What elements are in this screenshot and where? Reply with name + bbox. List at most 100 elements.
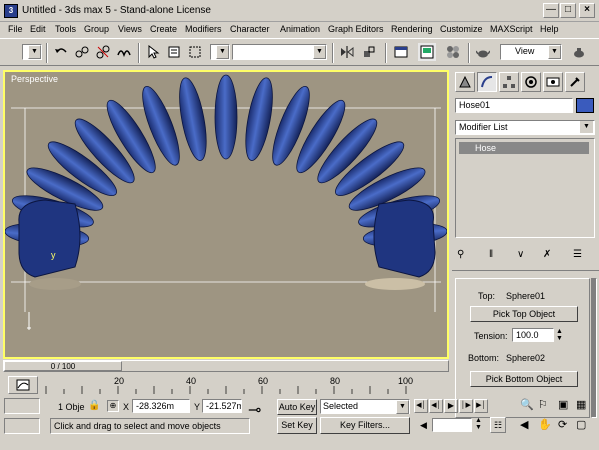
tab-display[interactable] <box>543 72 563 92</box>
chevron-down-icon: ▼ <box>548 45 561 59</box>
menu-animation[interactable]: Animation <box>280 24 320 34</box>
selection-filter-combo[interactable]: ▼ <box>22 44 42 60</box>
zoom-all-icon[interactable]: ⚐ <box>538 398 548 411</box>
tick-label-80: 80 <box>330 376 341 386</box>
current-frame-field[interactable] <box>432 418 472 432</box>
stack-item-hose[interactable]: Hose <box>459 142 589 154</box>
region-combo[interactable]: ▼ <box>210 44 230 60</box>
minimize-button[interactable]: — <box>543 3 559 18</box>
stack-item-label: Hose <box>475 143 497 153</box>
undo-button[interactable] <box>52 43 70 61</box>
prompt-text: Click and drag to select and move object… <box>54 421 221 431</box>
bind-space-warp-button[interactable] <box>115 43 133 61</box>
maximize-button[interactable]: □ <box>560 3 576 18</box>
time-slider-thumb[interactable]: 0 / 100 <box>4 361 122 371</box>
modifier-stack: Hose <box>455 138 595 238</box>
menu-character[interactable]: Character <box>230 24 270 34</box>
configure-sets-icon[interactable]: ☰ <box>573 249 582 260</box>
key-filters-button[interactable]: Key Filters... <box>320 417 410 434</box>
tab-create[interactable] <box>455 72 475 92</box>
select-object-button[interactable] <box>144 43 162 61</box>
mirror-button[interactable] <box>338 43 356 61</box>
close-button[interactable]: × <box>579 3 595 18</box>
menu-help[interactable]: Help <box>540 24 559 34</box>
goto-start-icon[interactable]: ◀│ <box>414 399 428 413</box>
auto-key-button[interactable]: Auto Key <box>277 399 317 415</box>
previous-frame-icon[interactable]: ◀│ <box>429 399 443 413</box>
track-bar[interactable]: 20 40 60 80 100 <box>42 376 442 394</box>
play-icon[interactable]: ▶ <box>444 399 458 413</box>
material-editor-button[interactable] <box>444 43 462 61</box>
tab-motion[interactable] <box>521 72 541 92</box>
zoom-extents-all-icon[interactable]: ▦ <box>576 398 586 411</box>
goto-end-icon[interactable]: ▶│ <box>474 399 488 413</box>
prompt-line: Click and drag to select and move object… <box>50 418 250 434</box>
menu-edit[interactable]: Edit <box>30 24 46 34</box>
toolbar-separator <box>332 43 334 63</box>
object-color-swatch[interactable] <box>576 98 594 113</box>
zoom-icon[interactable]: 🔍 <box>520 398 534 411</box>
region-select-button[interactable] <box>186 43 204 61</box>
y-coordinate-field[interactable]: -21.527m <box>202 399 242 413</box>
pan-icon[interactable]: ✋ <box>538 418 552 431</box>
time-slider[interactable]: 0 / 100 <box>3 360 449 372</box>
render-scene-button[interactable] <box>474 43 492 61</box>
remove-modifier-icon[interactable]: ✗ <box>543 249 551 260</box>
select-by-name-button[interactable] <box>165 43 183 61</box>
maxscript-mini-box[interactable] <box>4 418 40 434</box>
minimize-icon: — <box>546 4 556 15</box>
tab-hierarchy[interactable] <box>499 72 519 92</box>
show-end-result-icon[interactable]: ‖ <box>489 249 493 260</box>
menu-modifiers[interactable]: Modifiers <box>185 24 222 34</box>
menu-file[interactable]: File <box>8 24 23 34</box>
object-name-input[interactable]: Hose01 <box>455 98 573 113</box>
align-button[interactable] <box>360 43 378 61</box>
tab-modify[interactable] <box>477 72 497 92</box>
key-mode-icon[interactable]: ◀ <box>420 420 427 431</box>
chevron-down-icon: ▼ <box>313 45 326 59</box>
menu-customize[interactable]: Customize <box>440 24 483 34</box>
menu-group[interactable]: Group <box>84 24 109 34</box>
tension-spinner[interactable]: ▲ ▼ <box>556 328 563 342</box>
menu-maxscript[interactable]: MAXScript <box>490 24 533 34</box>
unlink-button[interactable] <box>94 43 112 61</box>
frame-spinner[interactable]: ▲ ▼ <box>475 417 482 431</box>
modifier-list-combo[interactable]: Modifier List ▼ <box>455 120 595 135</box>
stack-controls: ⚲ ‖ ∨ ✗ ☰ <box>455 246 595 266</box>
mini-curve-editor-button[interactable] <box>8 376 38 394</box>
menu-graph-editors[interactable]: Graph Editors <box>328 24 384 34</box>
maximize-viewport-icon[interactable]: ▢ <box>576 418 586 431</box>
select-link-button[interactable] <box>73 43 91 61</box>
tab-utilities[interactable] <box>565 72 585 92</box>
quick-render-button[interactable] <box>570 43 588 61</box>
pin-stack-icon[interactable]: ⚲ <box>457 249 464 260</box>
render-type-combo[interactable]: View ▼ <box>500 44 562 60</box>
set-key-button[interactable]: Set Key <box>277 417 317 434</box>
pick-bottom-object-button[interactable]: Pick Bottom Object <box>470 371 578 387</box>
menu-rendering[interactable]: Rendering <box>391 24 433 34</box>
named-selection-combo[interactable]: ▼ <box>232 44 327 60</box>
toolbar-separator <box>468 43 470 63</box>
pick-top-object-button[interactable]: Pick Top Object <box>470 306 578 322</box>
menu-views[interactable]: Views <box>118 24 142 34</box>
schematic-view-button[interactable] <box>418 43 436 61</box>
left-end-cap <box>18 199 81 278</box>
modifier-list-label: Modifier List <box>459 122 508 132</box>
maxscript-listener-box[interactable] <box>4 398 40 414</box>
menu-tools[interactable]: Tools <box>55 24 76 34</box>
menu-create[interactable]: Create <box>150 24 177 34</box>
perspective-viewport[interactable]: Perspective y <box>3 70 449 359</box>
absolute-mode-toggle[interactable]: ⊕ <box>107 400 119 412</box>
time-config-icon[interactable]: ☷ <box>490 417 506 433</box>
tick-label-60: 60 <box>258 376 269 386</box>
make-unique-icon[interactable]: ∨ <box>517 249 524 260</box>
zoom-extents-icon[interactable]: ▣ <box>558 398 568 411</box>
next-frame-icon[interactable]: │▶ <box>459 399 473 413</box>
x-coordinate-field[interactable]: -28.326m <box>132 399 190 413</box>
track-view-button[interactable] <box>392 43 410 61</box>
tension-input[interactable]: 100.0 <box>512 328 554 342</box>
lock-selection-icon[interactable]: 🔒 <box>88 400 100 411</box>
field-of-view-icon[interactable]: ◀ <box>520 418 528 431</box>
arc-rotate-icon[interactable]: ⟳ <box>558 418 567 431</box>
selection-set-combo[interactable]: Selected ▼ <box>320 399 410 414</box>
